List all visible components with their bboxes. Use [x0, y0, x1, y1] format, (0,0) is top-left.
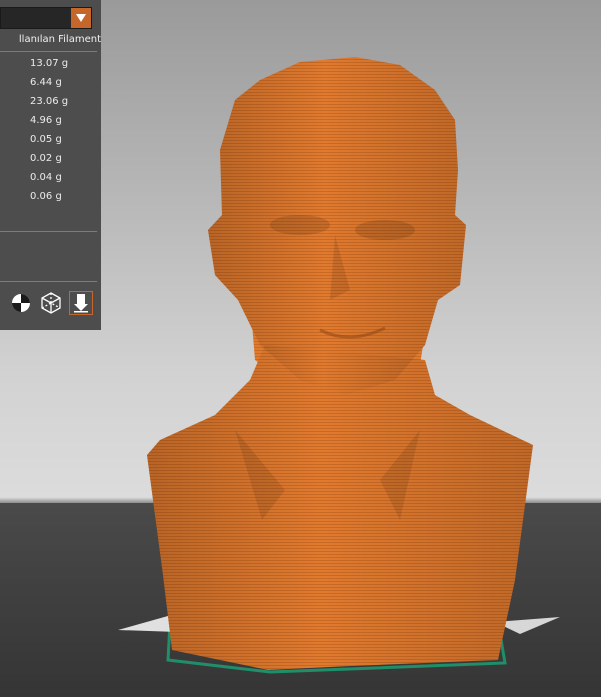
divider [0, 51, 97, 52]
xray-view-icon[interactable] [39, 291, 63, 315]
print-info-panel: llanılan Filament 8 m13.07 g 6 m6.44 g 3… [0, 0, 101, 330]
layer-view-icon[interactable] [69, 291, 93, 315]
divider [0, 281, 97, 282]
material-dropdown[interactable] [0, 7, 92, 29]
chevron-down-icon[interactable] [71, 8, 91, 28]
color-scheme-icon[interactable] [9, 291, 33, 315]
used-filament-header: llanılan Filament [18, 34, 101, 45]
divider [0, 231, 97, 232]
